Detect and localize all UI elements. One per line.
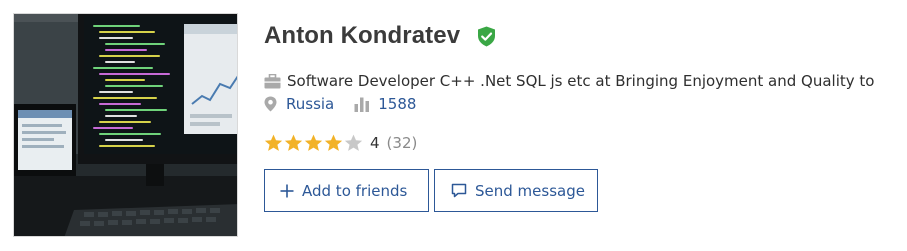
rating-value: 4 (370, 134, 380, 152)
meta-row: Russia 1588 (264, 93, 416, 115)
star-empty-icon (344, 134, 363, 151)
occupation-row: Software Developer C++ .Net SQL js etc a… (264, 70, 907, 92)
add-to-friends-button[interactable]: Add to friends (264, 169, 429, 212)
rating-stars (264, 134, 364, 152)
profile-info: Anton Kondratev Software Developer C++ .… (264, 0, 907, 251)
profile-photo[interactable] (13, 13, 238, 237)
briefcase-icon (264, 73, 281, 88)
star-filled-icon (264, 134, 283, 151)
bar-chart-icon (354, 97, 370, 112)
occupation-text: Software Developer C++ .Net SQL js etc a… (287, 72, 875, 90)
star-filled-icon (304, 134, 323, 151)
rating-count[interactable]: (32) (387, 134, 418, 152)
map-pin-icon (264, 96, 277, 112)
chat-bubble-icon (451, 183, 467, 198)
send-message-label: Send message (475, 181, 585, 200)
star-filled-icon (324, 134, 343, 151)
verified-shield-icon (478, 26, 496, 46)
plus-icon (280, 184, 294, 197)
location-link[interactable]: Russia (286, 95, 334, 113)
name-row: Anton Kondratev (264, 20, 496, 52)
add-to-friends-label: Add to friends (302, 181, 408, 200)
profile-photo-image (14, 14, 237, 236)
stat-link[interactable]: 1588 (378, 95, 416, 113)
profile-name: Anton Kondratev (264, 22, 461, 49)
rating-row: 4 (32) (264, 132, 417, 154)
star-filled-icon (284, 134, 303, 151)
send-message-button[interactable]: Send message (434, 169, 598, 212)
